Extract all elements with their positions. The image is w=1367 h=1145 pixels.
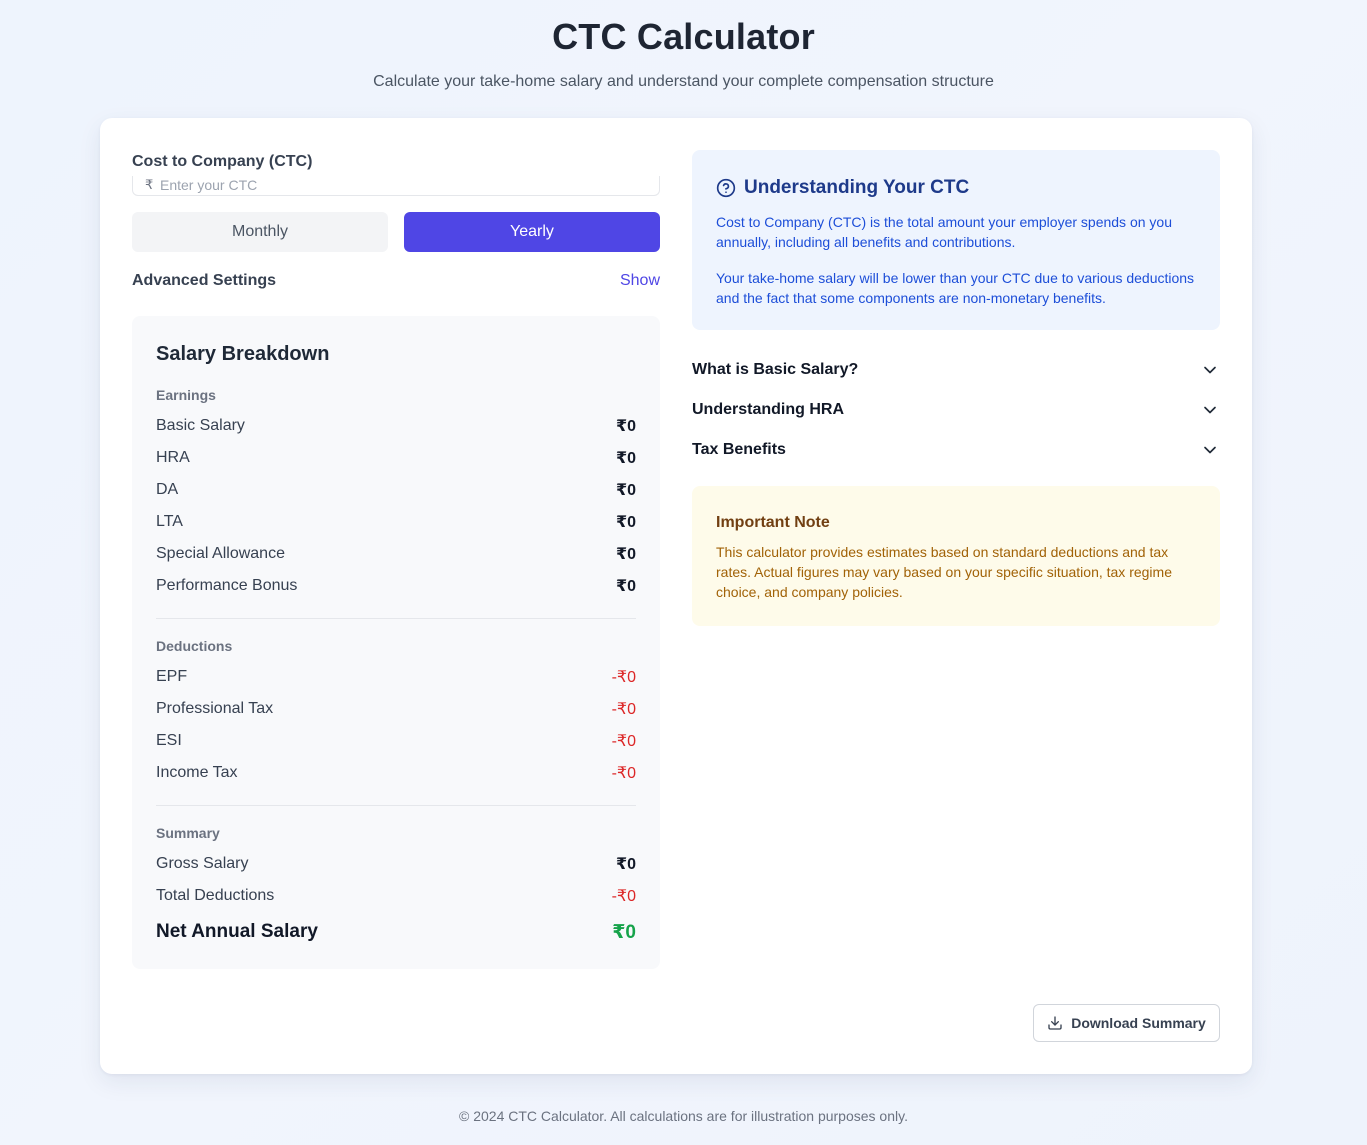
earning-row: LTA ₹0 xyxy=(156,506,636,538)
breakdown-title: Salary Breakdown xyxy=(156,343,330,365)
deductions-list: EPF -₹0 Professional Tax -₹0 ESI -₹0 Income… xyxy=(156,661,636,789)
deduction-name: EPF xyxy=(156,668,188,685)
earning-value: ₹0 xyxy=(615,578,636,595)
net-salary-label: Net Annual Salary xyxy=(156,921,318,942)
earning-value: ₹0 xyxy=(615,482,636,499)
earnings-list: Basic Salary ₹0 HRA ₹0 DA ₹0 LTA ₹0 Special … xyxy=(156,410,636,602)
earning-row: Special Allowance ₹0 xyxy=(156,538,636,570)
earning-name: HRA xyxy=(156,449,190,466)
note-text: This calculator provides estimates based… xyxy=(716,544,1172,600)
advanced-settings-label: Advanced Settings xyxy=(132,272,277,289)
page-title: CTC Calculator xyxy=(552,16,815,57)
info-panel: Understanding Your CTC Cost to Company (… xyxy=(692,150,1220,626)
understanding-ctc-box: Understanding Your CTC Cost to Company (… xyxy=(692,150,1220,330)
calculator-panel: Cost to Company (CTC) ₹ Monthly Yearly A… xyxy=(132,150,660,969)
earning-name: Special Allowance xyxy=(156,545,285,562)
faq-item-tax-benefits[interactable]: Tax Benefits xyxy=(692,430,1220,470)
faq-item-hra[interactable]: Understanding HRA xyxy=(692,390,1220,430)
info-title: Understanding Your CTC xyxy=(744,177,970,198)
download-summary-button[interactable]: Download Summary xyxy=(1033,1004,1220,1042)
deductions-title: Deductions xyxy=(156,638,233,654)
total-deductions-label: Total Deductions xyxy=(156,887,275,904)
chevron-down-icon xyxy=(1200,400,1220,420)
earning-row: DA ₹0 xyxy=(156,474,636,506)
earning-name: LTA xyxy=(156,513,183,530)
net-salary-value: ₹0 xyxy=(612,921,636,943)
rupee-icon: ₹ xyxy=(145,177,154,192)
earning-row: HRA ₹0 xyxy=(156,442,636,474)
deduction-name: Income Tax xyxy=(156,764,238,781)
deduction-value: -₹0 xyxy=(611,765,636,782)
earning-value: ₹0 xyxy=(615,418,636,435)
net-salary-row: Net Annual Salary ₹0 xyxy=(156,914,636,950)
gross-salary-row: Gross Salary ₹0 xyxy=(156,848,636,880)
earning-name: DA xyxy=(156,481,179,498)
deduction-row: Income Tax -₹0 xyxy=(156,757,636,789)
deduction-row: Professional Tax -₹0 xyxy=(156,693,636,725)
chevron-down-icon xyxy=(1200,360,1220,380)
info-paragraph: Cost to Company (CTC) is the total amoun… xyxy=(716,214,1172,250)
faq-list: What is Basic Salary? Understanding HRA … xyxy=(692,350,1220,470)
earning-name: Basic Salary xyxy=(156,417,245,434)
deduction-value: -₹0 xyxy=(611,733,636,750)
page-subtitle: Calculate your take-home salary and unde… xyxy=(373,73,994,90)
gross-salary-label: Gross Salary xyxy=(156,855,249,872)
footer-text: © 2024 CTC Calculator. All calculations … xyxy=(459,1108,908,1124)
advanced-settings-show-button[interactable]: Show xyxy=(620,272,660,290)
total-deductions-row: Total Deductions -₹0 xyxy=(156,880,636,912)
download-icon xyxy=(1047,1015,1063,1031)
total-deductions-value: -₹0 xyxy=(611,888,636,905)
info-paragraph: Your take-home salary will be lower than… xyxy=(716,270,1195,306)
earning-row: Basic Salary ₹0 xyxy=(156,410,636,442)
deduction-name: Professional Tax xyxy=(156,700,274,717)
summary-title: Summary xyxy=(156,825,220,841)
yearly-button[interactable]: Yearly xyxy=(404,212,660,252)
important-note-box: Important Note This calculator provides … xyxy=(692,486,1220,626)
faq-item-basic-salary[interactable]: What is Basic Salary? xyxy=(692,350,1220,390)
ctc-label: Cost to Company (CTC) xyxy=(132,153,313,170)
deduction-row: ESI -₹0 xyxy=(156,725,636,757)
info-header: Understanding Your CTC xyxy=(716,176,1196,200)
faq-question: Tax Benefits xyxy=(692,441,786,458)
download-summary-label: Download Summary xyxy=(1071,1015,1206,1031)
help-circle-icon xyxy=(716,178,736,198)
deduction-value: -₹0 xyxy=(611,701,636,718)
summary-list: Gross Salary ₹0 Total Deductions -₹0 Net A… xyxy=(156,848,636,950)
page-header: CTC Calculator Calculate your take-home … xyxy=(0,0,1367,92)
note-title: Important Note xyxy=(716,514,830,531)
monthly-button[interactable]: Monthly xyxy=(132,212,388,252)
salary-breakdown: Salary Breakdown Earnings Basic Salary ₹0… xyxy=(132,316,660,969)
ctc-input[interactable] xyxy=(160,176,640,194)
earning-value: ₹0 xyxy=(615,450,636,467)
ctc-input-wrapper: ₹ xyxy=(132,176,660,196)
divider xyxy=(156,618,636,619)
earnings-title: Earnings xyxy=(156,387,216,403)
gross-salary-value: ₹0 xyxy=(615,856,636,873)
advanced-settings-row: Advanced Settings Show xyxy=(132,270,660,292)
earning-value: ₹0 xyxy=(615,514,636,531)
earning-name: Performance Bonus xyxy=(156,577,298,594)
faq-question: What is Basic Salary? xyxy=(692,361,859,378)
calculator-card: Cost to Company (CTC) ₹ Monthly Yearly A… xyxy=(100,118,1252,1074)
deduction-name: ESI xyxy=(156,732,182,749)
period-toggle: Monthly Yearly xyxy=(132,212,660,252)
divider xyxy=(156,805,636,806)
earning-row: Performance Bonus ₹0 xyxy=(156,570,636,602)
deduction-row: EPF -₹0 xyxy=(156,661,636,693)
deduction-value: -₹0 xyxy=(611,669,636,686)
earning-value: ₹0 xyxy=(615,546,636,563)
chevron-down-icon xyxy=(1200,440,1220,460)
faq-question: Understanding HRA xyxy=(692,401,844,418)
